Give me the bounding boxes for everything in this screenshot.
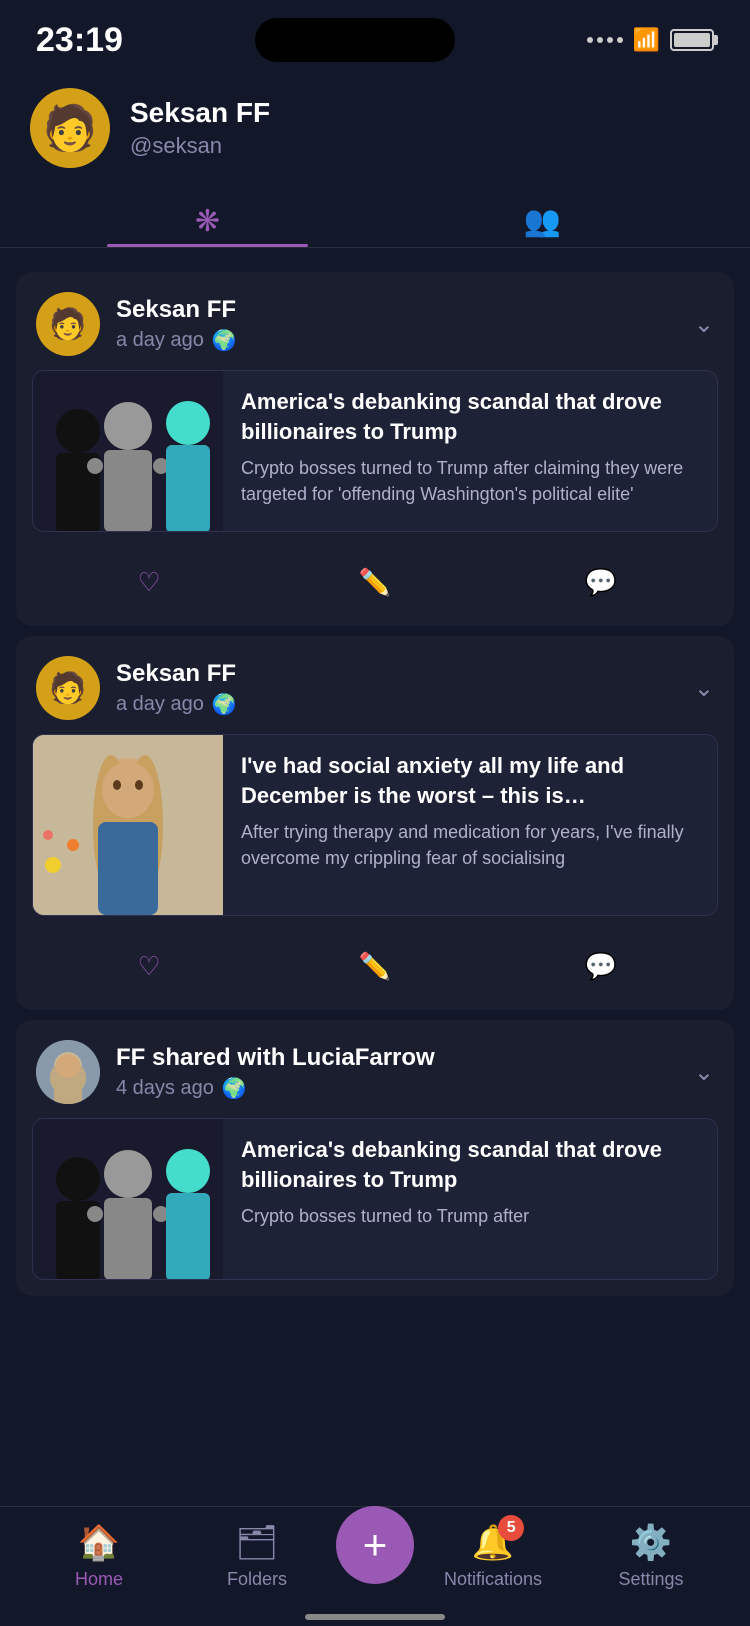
nav-settings[interactable]: ⚙️ Settings [572,1523,730,1590]
profile-handle: @seksan [130,133,270,159]
feed-icon: ❋ [195,204,220,239]
share-button-2[interactable]: ✏️ [345,942,405,990]
article-title-1: America's debanking scandal that drove b… [241,387,699,446]
post-author-1: Seksan FF [116,296,678,324]
wifi-icon: 📶 [633,27,660,53]
home-icon: 🏠 [78,1523,120,1563]
article-card-1[interactable]: America's debanking scandal that drove b… [32,370,718,532]
tab-groups[interactable]: 👥 [375,188,710,247]
settings-icon: ⚙️ [630,1523,672,1563]
post-actions-1: ♡ ✏️ 💬 [16,548,734,626]
post-meta-2: Seksan FF a day ago 🌍 [116,660,678,717]
comment-button-2[interactable]: 💬 [571,942,631,990]
profile-name: Seksan FF [130,97,270,129]
bottom-nav: 🏠 Home 🗂 Folders + 🔔 5 Notifications ⚙️ … [0,1506,750,1626]
post-meta-1: Seksan FF a day ago 🌍 [116,296,678,353]
avatar-emoji: 🧑 [43,102,98,154]
folders-label: Folders [227,1569,287,1590]
nav-home[interactable]: 🏠 Home [20,1523,178,1590]
notifications-label: Notifications [444,1569,542,1590]
profile-header: 🧑 Seksan FF @seksan [0,72,750,188]
post-avatar-2[interactable]: 🧑 [36,656,100,720]
profile-info: Seksan FF @seksan [130,97,270,159]
social-svg [33,735,223,915]
comment-button-1[interactable]: 💬 [571,558,631,606]
battery-icon [670,29,714,51]
article-title-3: America's debanking scandal that drove b… [241,1135,699,1194]
post-card-3: FF shared with LuciaFarrow 4 days ago 🌍 … [16,1020,734,1296]
article-content-2: I've had social anxiety all my life and … [223,735,717,915]
home-label: Home [75,1569,123,1590]
globe-icon-2: 🌍 [212,692,237,717]
article-desc-3: Crypto bosses turned to Trump after [241,1204,699,1229]
post-actions-2: ♡ ✏️ 💬 [16,932,734,1010]
article-figure-2 [33,735,223,915]
feed: 🧑 Seksan FF a day ago 🌍 ⌄ [0,252,750,1446]
avatar[interactable]: 🧑 [30,88,110,168]
groups-icon: 👥 [524,204,561,239]
signal-icon [587,37,623,43]
tab-bar: ❋ 👥 [0,188,750,248]
notification-badge: 5 [498,1515,524,1541]
share-button-1[interactable]: ✏️ [345,558,405,606]
nav-notifications[interactable]: 🔔 5 Notifications [414,1523,572,1590]
post-header-3: FF shared with LuciaFarrow 4 days ago 🌍 … [16,1020,734,1118]
chevron-down-3[interactable]: ⌄ [694,1058,714,1087]
post-avatar-3[interactable] [36,1040,100,1104]
globe-icon-3: 🌍 [222,1076,247,1101]
post-header-1: 🧑 Seksan FF a day ago 🌍 ⌄ [16,272,734,370]
status-bar: 23:19 📶 [0,0,750,72]
post-time-1: a day ago 🌍 [116,328,678,353]
globe-icon-1: 🌍 [212,328,237,353]
like-button-2[interactable]: ♡ [119,942,179,990]
nav-folders[interactable]: 🗂 Folders [178,1523,336,1590]
dynamic-island [255,18,455,62]
politics-svg-3 [33,1119,223,1279]
add-button[interactable]: + [336,1506,414,1584]
notification-wrapper: 🔔 5 [472,1523,514,1563]
article-desc-2: After trying therapy and medication for … [241,820,699,870]
status-time: 23:19 [36,21,123,60]
article-card-2[interactable]: I've had social anxiety all my life and … [32,734,718,916]
post-card-2: 🧑 Seksan FF a day ago 🌍 ⌄ [16,636,734,1010]
article-figure-3 [33,1119,223,1279]
article-image-1 [33,371,223,531]
article-card-3[interactable]: America's debanking scandal that drove b… [32,1118,718,1280]
post-author-2: Seksan FF [116,660,678,688]
article-content-3: America's debanking scandal that drove b… [223,1119,717,1279]
article-content-1: America's debanking scandal that drove b… [223,371,717,531]
lucia-avatar-svg [36,1040,100,1104]
post-meta-3: FF shared with LuciaFarrow 4 days ago 🌍 [116,1044,678,1101]
like-button-1[interactable]: ♡ [119,558,179,606]
article-image-3 [33,1119,223,1279]
home-indicator [305,1614,445,1620]
article-title-2: I've had social anxiety all my life and … [241,751,699,810]
article-desc-1: Crypto bosses turned to Trump after clai… [241,456,699,506]
post-time-3: 4 days ago 🌍 [116,1076,678,1101]
post-time-2: a day ago 🌍 [116,692,678,717]
settings-label: Settings [618,1569,683,1590]
post-card-1: 🧑 Seksan FF a day ago 🌍 ⌄ [16,272,734,626]
chevron-down-1[interactable]: ⌄ [694,310,714,339]
chevron-down-2[interactable]: ⌄ [694,674,714,703]
folders-icon: 🗂 [235,1523,278,1563]
article-image-2 [33,735,223,915]
tab-feed[interactable]: ❋ [40,188,375,247]
post-author-3: FF shared with LuciaFarrow [116,1044,678,1072]
status-icons: 📶 [587,27,714,53]
post-header-2: 🧑 Seksan FF a day ago 🌍 ⌄ [16,636,734,734]
post-avatar-1[interactable]: 🧑 [36,292,100,356]
article-figure-1 [33,371,223,531]
politics-svg [33,371,223,531]
